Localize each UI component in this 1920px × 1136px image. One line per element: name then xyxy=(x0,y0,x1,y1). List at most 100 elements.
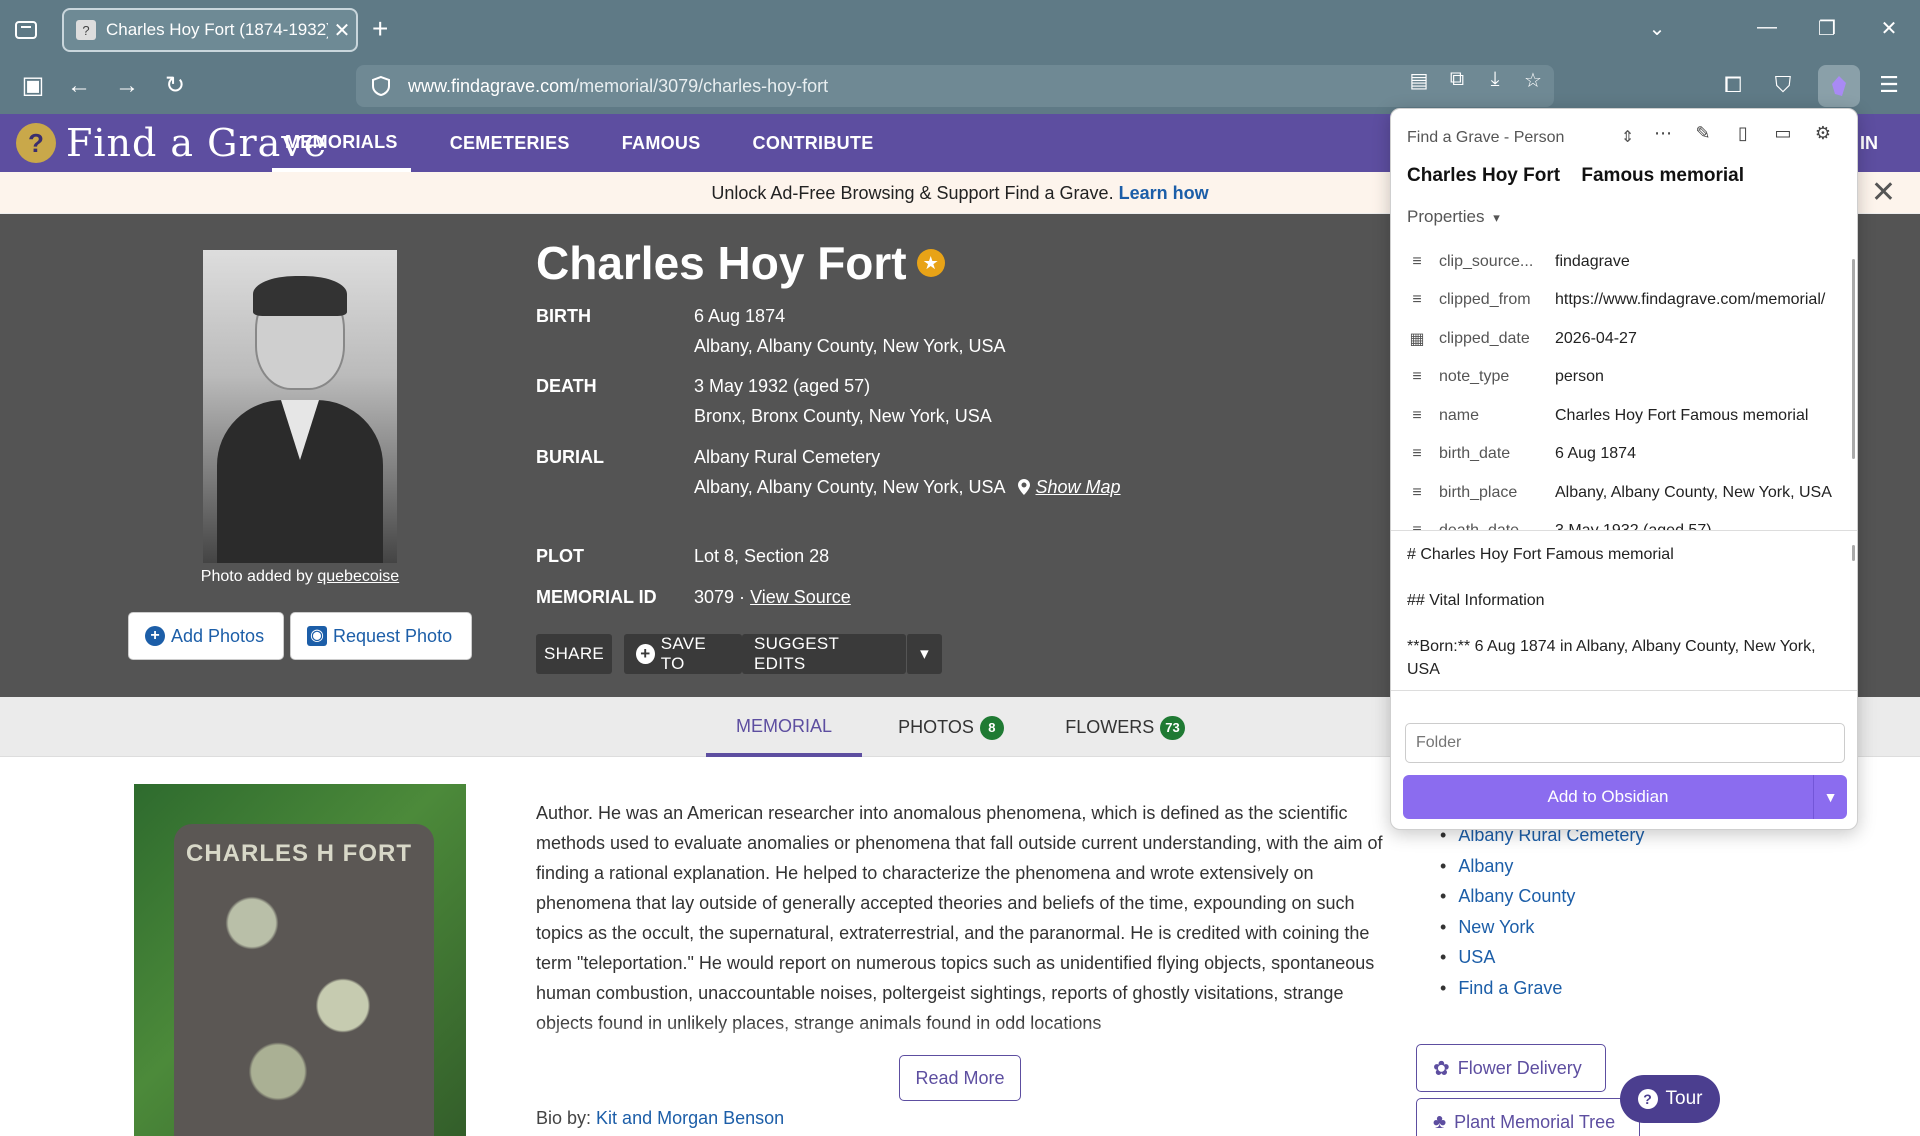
birth-date: 6 Aug 1874 xyxy=(694,306,786,326)
tab-overview-icon[interactable] xyxy=(14,18,38,40)
sidebar-toggle-icon[interactable]: ▣ xyxy=(18,72,48,100)
close-window-icon[interactable]: ✕ xyxy=(1874,16,1904,41)
text-lines-icon: ≡ xyxy=(1412,407,1422,424)
question-icon: ? xyxy=(1637,1089,1658,1109)
memorial-name: Charles Hoy Fort ★ xyxy=(536,236,945,290)
nav-famous[interactable]: FAMOUS xyxy=(609,114,714,172)
add-photos-button[interactable]: + Add Photos xyxy=(128,612,284,660)
back-icon[interactable]: ← xyxy=(64,72,94,100)
text-lines-icon: ≡ xyxy=(1412,368,1422,385)
side-panel-icon[interactable]: ▭ xyxy=(1763,123,1803,144)
bio-author-link[interactable]: Kit and Morgan Benson xyxy=(596,1108,784,1128)
text-lines-icon: ≡ xyxy=(1412,484,1422,501)
show-map-link[interactable]: Show Map xyxy=(1036,477,1121,497)
request-photo-button[interactable]: ◉ Request Photo xyxy=(290,612,472,660)
flower-delivery-button[interactable]: ✿ Flower Delivery xyxy=(1416,1044,1606,1092)
location-link[interactable]: Albany xyxy=(1440,851,1644,882)
location-link[interactable]: Find a Grave xyxy=(1440,973,1644,1004)
headstone-photo[interactable]: CHARLES H FORT xyxy=(134,784,466,1136)
text-lines-icon: ≡ xyxy=(1412,291,1422,308)
birth-place: Albany, Albany County, New York, USA xyxy=(694,336,1006,356)
nav-memorials[interactable]: MEMORIALS xyxy=(272,114,411,172)
share-button[interactable]: SHARE xyxy=(536,634,612,674)
promo-learn-how-link[interactable]: Learn how xyxy=(1119,183,1209,203)
reader-icon[interactable]: ▯ xyxy=(1723,123,1763,144)
restore-icon[interactable]: ❐ xyxy=(1812,16,1842,41)
plant-tree-button[interactable]: ♣ Plant Memorial Tree xyxy=(1416,1098,1640,1136)
reload-icon[interactable]: ↻ xyxy=(160,72,190,100)
portrait-photo[interactable] xyxy=(203,250,397,563)
tab-close-icon[interactable]: ✕ xyxy=(328,18,356,43)
reader-view-icon[interactable]: ▤ xyxy=(1406,68,1432,93)
folder-input[interactable] xyxy=(1405,723,1845,763)
screenshot-icon[interactable]: ⧉ xyxy=(1444,68,1470,91)
minimize-icon[interactable]: — xyxy=(1752,16,1782,39)
property-row[interactable]: ≡ note_type person xyxy=(1391,358,1857,396)
more-actions-caret-icon[interactable]: ▾ xyxy=(906,634,942,674)
hamburger-menu-icon[interactable]: ☰ xyxy=(1874,72,1904,98)
tab-memorial[interactable]: MEMORIAL xyxy=(706,697,862,757)
note-content-preview[interactable]: # Charles Hoy Fort Famous memorial ## Vi… xyxy=(1391,533,1857,691)
main-nav: MEMORIALS CEMETERIES FAMOUS CONTRIBUTE xyxy=(272,114,913,172)
properties-scrollbar[interactable] xyxy=(1852,259,1855,459)
sign-in-link[interactable]: IN xyxy=(1860,133,1878,154)
more-options-icon[interactable]: ⋯ xyxy=(1643,123,1683,144)
property-row[interactable]: ▦ clipped_date 2026-04-27 xyxy=(1391,320,1857,358)
location-link[interactable]: USA xyxy=(1440,942,1644,973)
promo-text: Unlock Ad-Free Browsing & Support Find a… xyxy=(711,183,1114,203)
address-bar[interactable]: www.findagrave.com/memorial/3079/charles… xyxy=(356,65,1554,107)
clip-note-title[interactable]: Charles Hoy Fort Famous memorial xyxy=(1407,165,1760,187)
map-pin-icon xyxy=(1017,479,1030,495)
tracking-shield-icon[interactable] xyxy=(370,75,392,97)
calendar-icon: ▦ xyxy=(1409,331,1425,348)
obsidian-clipper-extension-icon[interactable] xyxy=(1818,65,1860,107)
tour-button[interactable]: ? Tour xyxy=(1620,1075,1720,1123)
note-scrollbar[interactable] xyxy=(1852,545,1855,561)
forward-icon[interactable]: → xyxy=(112,72,142,100)
property-row[interactable]: ≡ birth_place Albany, Albany County, New Y… xyxy=(1391,474,1857,512)
camera-icon: ◉ xyxy=(307,626,327,646)
properties-toggle[interactable]: Properties ▾ xyxy=(1407,207,1500,227)
new-tab-icon[interactable]: + xyxy=(372,14,388,44)
nav-cemeteries[interactable]: CEMETERIES xyxy=(437,114,583,172)
tab-list-chevron-icon[interactable]: ⌄ xyxy=(1642,16,1672,41)
location-link[interactable]: Albany County xyxy=(1440,881,1644,912)
burial-label: BURIAL xyxy=(536,447,604,467)
property-row[interactable]: ≡ birth_date 6 Aug 1874 xyxy=(1391,435,1857,473)
property-row[interactable]: ≡ clip_source... findagrave xyxy=(1391,243,1857,281)
suggest-edits-button[interactable]: SUGGEST EDITS xyxy=(742,634,906,674)
tab-photos[interactable]: PHOTOS 8 xyxy=(876,697,1026,757)
browser-nav-bar: ▣ ← → ↻ www.findagrave.com/memorial/3079… xyxy=(0,58,1920,114)
template-selector[interactable]: Find a Grave - Person ⇕ xyxy=(1407,127,1634,147)
property-row[interactable]: ≡ name Charles Hoy Fort Famous memorial xyxy=(1391,397,1857,435)
bookmark-star-icon[interactable]: ☆ xyxy=(1520,68,1546,93)
bitwarden-icon[interactable]: ⛉ xyxy=(1768,72,1798,98)
burial-place: Albany, Albany County, New York, USA xyxy=(694,477,1006,497)
text-lines-icon: ≡ xyxy=(1412,522,1422,531)
add-options-chevron-icon[interactable]: ▼ xyxy=(1813,775,1847,819)
save-to-button[interactable]: + SAVE TO xyxy=(624,634,742,674)
photo-credit-user-link[interactable]: quebecoise xyxy=(317,568,399,585)
tab-flowers[interactable]: FLOWERS 73 xyxy=(1050,697,1200,757)
highlighter-icon[interactable]: ✎ xyxy=(1683,123,1723,144)
read-more-button[interactable]: Read More xyxy=(899,1055,1021,1101)
settings-gear-icon[interactable]: ⚙ xyxy=(1803,123,1843,144)
birth-label: BIRTH xyxy=(536,306,591,326)
add-to-obsidian-button[interactable]: Add to Obsidian ▼ xyxy=(1403,775,1847,819)
memorial-id-label: MEMORIAL ID xyxy=(536,587,657,607)
location-link[interactable]: New York xyxy=(1440,912,1644,943)
property-row[interactable]: ≡ clipped_from https://www.findagrave.com/… xyxy=(1391,281,1857,319)
extensions-icon[interactable]: ⧠ xyxy=(1718,72,1748,98)
save-page-icon[interactable]: ⤓ xyxy=(1482,68,1508,91)
burial-cemetery-link[interactable]: Albany Rural Cemetery xyxy=(694,447,880,468)
template-switch-icon: ⇕ xyxy=(1620,129,1635,146)
text-lines-icon: ≡ xyxy=(1412,253,1422,270)
view-source-link[interactable]: View Source xyxy=(750,587,851,607)
nav-contribute[interactable]: CONTRIBUTE xyxy=(740,114,887,172)
promo-close-icon[interactable]: ✕ xyxy=(1871,172,1896,214)
property-row[interactable]: ≡ death_date 3 May 1932 (aged 57) xyxy=(1391,512,1857,531)
browser-tab-active[interactable]: ? Charles Hoy Fort (1874-1932) - ✕ xyxy=(62,8,358,52)
note-line: **Born:** 6 Aug 1874 in Albany, Albany C… xyxy=(1407,638,1816,678)
chevron-down-icon: ▾ xyxy=(1493,210,1500,225)
flower-icon: ✿ xyxy=(1433,1057,1450,1080)
